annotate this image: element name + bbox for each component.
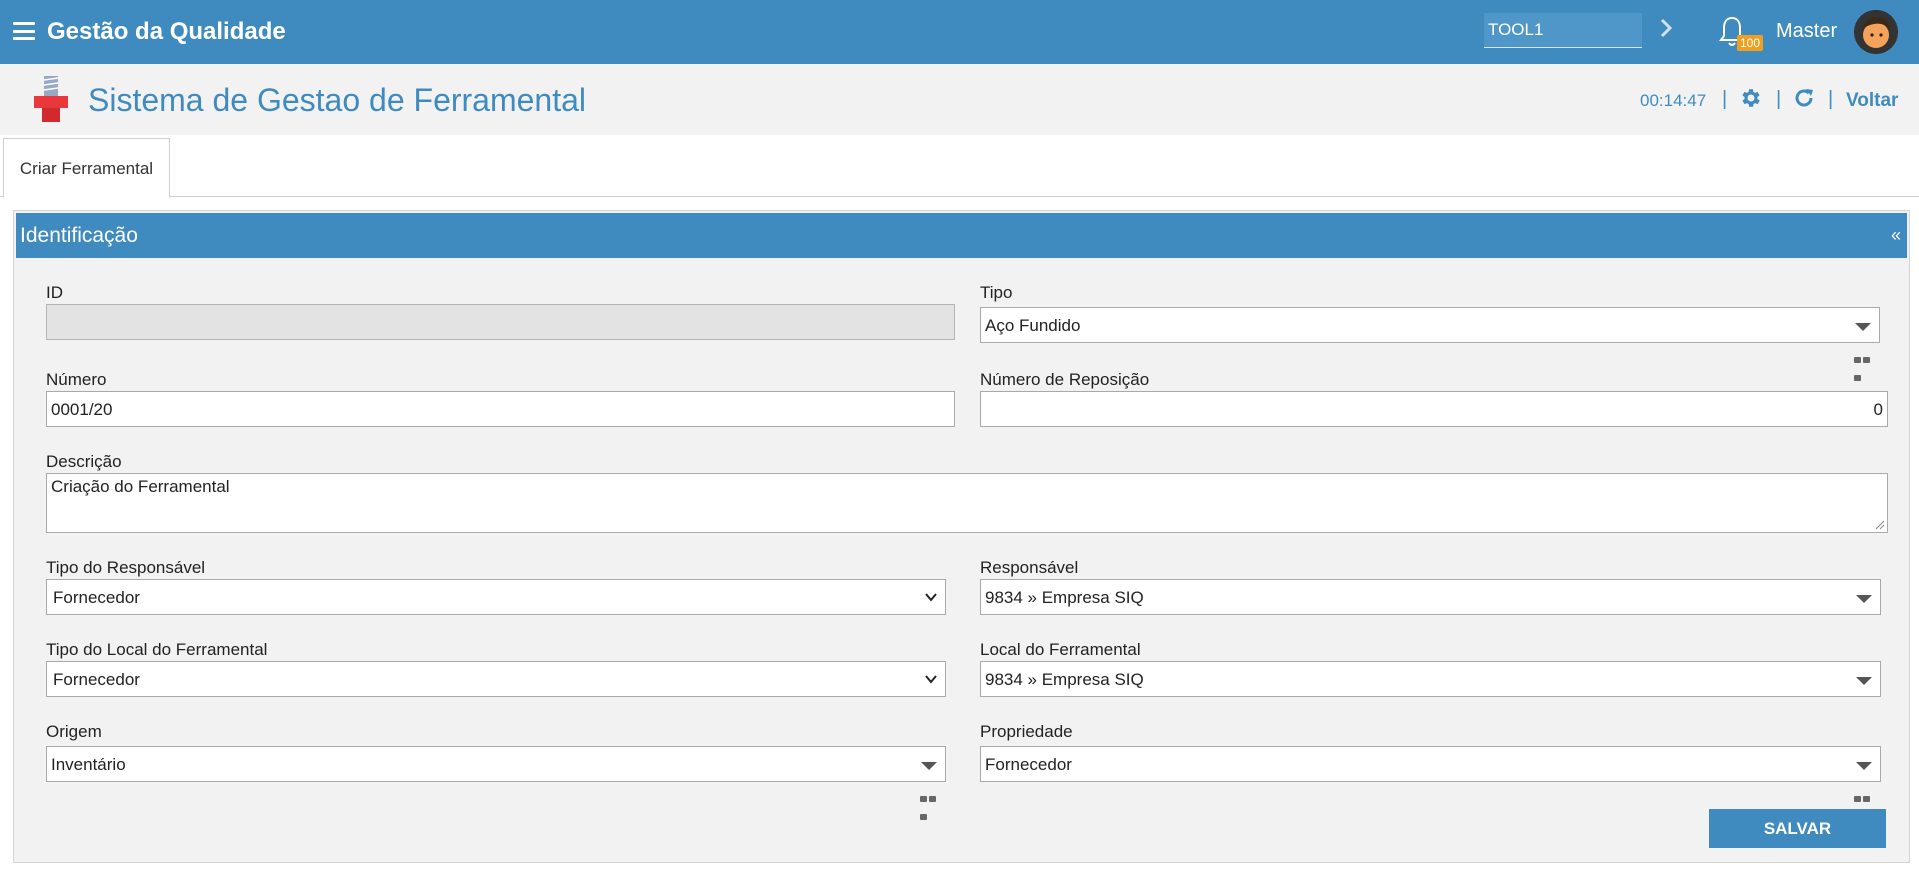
- menu-icon[interactable]: [13, 22, 35, 40]
- numero-field[interactable]: 0001/20: [46, 391, 955, 427]
- page-title: Sistema de Gestao de Ferramental: [88, 82, 587, 118]
- local-label: Local do Ferramental: [980, 640, 1141, 659]
- caret-down-icon: [1856, 677, 1872, 685]
- descricao-value: Criação do Ferramental: [51, 477, 230, 496]
- id-field: [46, 304, 955, 340]
- local-value: 9834 » Empresa SIQ: [985, 670, 1144, 689]
- collapse-icon[interactable]: «: [1891, 225, 1901, 246]
- avatar[interactable]: [1854, 10, 1898, 54]
- search-input[interactable]: [1484, 13, 1642, 48]
- panel-header[interactable]: Identificação «: [16, 213, 1907, 258]
- top-bar: Gestão da Qualidade 100 Master: [0, 0, 1919, 64]
- id-label: ID: [46, 283, 63, 302]
- more-icon[interactable]: [1854, 350, 1880, 381]
- caret-down-icon: [921, 762, 937, 770]
- tipo-local-label: Tipo do Local do Ferramental: [46, 640, 268, 659]
- session-clock: 00:14:47: [1640, 91, 1707, 110]
- caret-down-icon: [1856, 595, 1872, 603]
- descricao-textarea[interactable]: Criação do Ferramental: [46, 473, 1888, 533]
- notification-badge: 100: [1737, 35, 1764, 51]
- resize-handle-icon[interactable]: [1875, 520, 1885, 530]
- origem-label: Origem: [46, 722, 102, 741]
- descricao-label: Descrição: [46, 452, 122, 471]
- tab-criar-ferramental[interactable]: Criar Ferramental: [3, 138, 170, 198]
- caret-down-icon: [1856, 762, 1872, 770]
- refresh-icon[interactable]: [1792, 86, 1816, 110]
- chevron-right-icon[interactable]: [1656, 16, 1676, 40]
- username[interactable]: Master: [1776, 20, 1837, 43]
- tipo-value: Aço Fundido: [985, 316, 1081, 335]
- tipo-local-value: Fornecedor: [53, 670, 140, 689]
- numero-reposicao-label: Número de Reposição: [980, 370, 1150, 389]
- propriedade-label: Propriedade: [980, 722, 1073, 741]
- responsavel-value: 9834 » Empresa SIQ: [985, 588, 1144, 607]
- tool-logo-icon: [34, 76, 68, 122]
- back-link[interactable]: Voltar: [1846, 90, 1898, 112]
- caret-down-icon: [1855, 323, 1871, 331]
- separator: |: [1722, 88, 1728, 110]
- separator: |: [1776, 88, 1782, 110]
- origem-select[interactable]: Inventário: [46, 746, 946, 782]
- responsavel-label: Responsável: [980, 558, 1079, 577]
- propriedade-select[interactable]: Fornecedor: [980, 746, 1881, 782]
- separator: |: [1828, 88, 1834, 110]
- tipo-local-select[interactable]: Fornecedor: [46, 661, 946, 697]
- numero-reposicao-field[interactable]: 0: [980, 391, 1888, 427]
- tipo-responsavel-label: Tipo do Responsável: [46, 558, 206, 577]
- page-header: Sistema de Gestao de Ferramental 00:14:4…: [0, 64, 1919, 135]
- numero-label: Número: [46, 370, 107, 389]
- tipo-select[interactable]: Aço Fundido: [980, 307, 1880, 343]
- chevron-down-icon: [925, 593, 937, 602]
- origem-value: Inventário: [51, 755, 126, 774]
- save-button[interactable]: SALVAR: [1709, 809, 1886, 848]
- app-title: Gestão da Qualidade: [47, 18, 286, 45]
- tab-bar: Criar Ferramental: [0, 135, 1919, 198]
- responsavel-select[interactable]: 9834 » Empresa SIQ: [980, 579, 1881, 615]
- tipo-label: Tipo: [980, 283, 1013, 302]
- tipo-responsavel-value: Fornecedor: [53, 588, 140, 607]
- local-select[interactable]: 9834 » Empresa SIQ: [980, 661, 1881, 697]
- more-icon[interactable]: [1854, 789, 1880, 820]
- chevron-down-icon: [925, 675, 937, 684]
- panel-title: Identificação: [20, 224, 138, 247]
- identification-panel: Identificação « ID Tipo Aço Fundido Núme…: [13, 210, 1910, 863]
- propriedade-value: Fornecedor: [985, 755, 1072, 774]
- tipo-responsavel-select[interactable]: Fornecedor: [46, 579, 946, 615]
- more-icon[interactable]: [920, 789, 946, 820]
- gear-icon[interactable]: [1738, 86, 1762, 110]
